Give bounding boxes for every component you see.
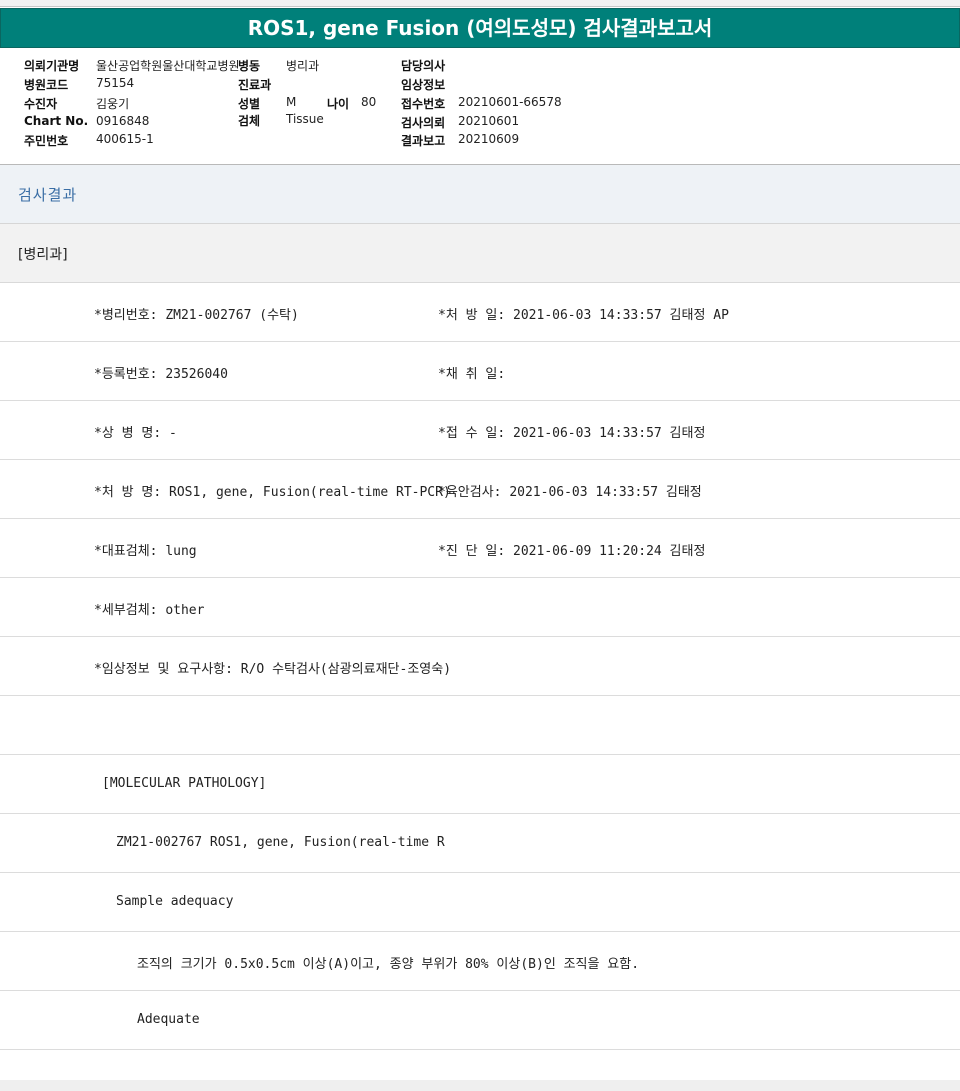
patient-label: 수진자: [24, 97, 58, 111]
test-identifier-line: ZM21-002767 ROS1, gene, Fusion(real-time…: [116, 835, 445, 850]
ward-label: 병동: [238, 59, 261, 73]
result-row: *임상정보 및 요구사항: R/O 수탁검사(삼광의료재단-조영숙): [0, 637, 960, 696]
report-date-value: 20210609: [458, 132, 520, 146]
diagnosis-name: *상 병 명: -: [94, 426, 177, 441]
report-line: Sample adequacy: [0, 873, 960, 932]
results-section-title: 검사결과: [18, 186, 78, 204]
receipt-number-value: 20210601-66578: [458, 95, 562, 109]
registration-number: *등록번호: 23526040: [94, 367, 228, 382]
gross-exam-date: *육안검사: 2021-06-03 14:33:57 김태정: [438, 485, 702, 500]
receipt-date: *접 수 일: 2021-06-03 14:33:57 김태정: [438, 426, 706, 441]
molecular-pathology-heading: [MOLECULAR PATHOLOGY]: [102, 776, 267, 791]
diagnosis-date: *진 단 일: 2021-06-09 11:20:24 김태정: [438, 544, 706, 559]
result-row: *처 방 명: ROS1, gene, Fusion(real-time RT-…: [0, 460, 960, 519]
sample-adequacy-heading: Sample adequacy: [116, 894, 234, 909]
age-value: 80: [361, 95, 377, 109]
detail-specimen: *세부검체: other: [94, 603, 205, 618]
collection-date: *채 취 일:: [438, 367, 506, 382]
dept-label: 진료과: [238, 78, 272, 92]
clinical-request: *임상정보 및 요구사항: R/O 수탁검사(삼광의료재단-조영숙): [94, 662, 452, 677]
doctor-label: 담당의사: [401, 59, 446, 73]
dept-tag: [병리과]: [18, 247, 68, 263]
chart-number-label: Chart No.: [24, 114, 89, 128]
report-line: Adequate: [0, 991, 960, 1050]
dept-tag-row: [병리과]: [0, 224, 960, 283]
age-label: 나이: [327, 97, 350, 111]
sex-value: M: [286, 95, 297, 109]
hospital-code-value: 75154: [96, 76, 135, 90]
results-section-header: 검사결과: [0, 165, 960, 224]
resident-number-value: 400615-1: [96, 132, 154, 146]
clinical-info-label: 임상정보: [401, 78, 446, 92]
institution-label: 의뢰기관명: [24, 59, 80, 73]
result-row: *세부검체: other: [0, 578, 960, 637]
report-date-label: 결과보고: [401, 134, 446, 148]
institution-value: 울산공업학원울산대학교병원: [96, 59, 240, 73]
result-row: *대표검체: lung *진 단 일: 2021-06-09 11:20:24 …: [0, 519, 960, 578]
chart-number-value: 0916848: [96, 114, 150, 128]
sample-criteria-text: 조직의 크기가 0.5x0.5cm 이상(A)이고, 종양 부위가 80% 이상…: [137, 957, 640, 972]
bottom-scroll-area: [0, 1080, 960, 1091]
patient-value: 김웅기: [96, 97, 130, 111]
request-date-label: 검사의뢰: [401, 116, 446, 130]
patient-info-block: 의뢰기관명 울산공업학원울산대학교병원 병동 병리과 담당의사 병원코드 751…: [0, 48, 960, 164]
specimen-label: 검체: [238, 114, 261, 128]
pathology-number: *병리번호: ZM21-002767 (수탁): [94, 308, 299, 323]
report-line: 조직의 크기가 0.5x0.5cm 이상(A)이고, 종양 부위가 80% 이상…: [0, 932, 960, 991]
top-border: [0, 0, 960, 7]
sex-label: 성별: [238, 97, 261, 111]
request-date-value: 20210601: [458, 114, 520, 128]
hospital-code-label: 병원코드: [24, 78, 69, 92]
ward-value: 병리과: [286, 59, 320, 73]
prescription-date: *처 방 일: 2021-06-03 14:33:57 김태정 AP: [438, 308, 729, 323]
specimen-value: Tissue: [286, 112, 324, 126]
representative-specimen: *대표검체: lung: [94, 544, 197, 559]
result-row-empty: [0, 696, 960, 755]
adequacy-result: Adequate: [137, 1012, 200, 1027]
resident-number-label: 주민번호: [24, 134, 69, 148]
result-row: *병리번호: ZM21-002767 (수탁) *처 방 일: 2021-06-…: [0, 283, 960, 342]
results-table: *병리번호: ZM21-002767 (수탁) *처 방 일: 2021-06-…: [0, 283, 960, 1050]
prescription-name: *처 방 명: ROS1, gene, Fusion(real-time RT-…: [94, 485, 451, 500]
report-line: ZM21-002767 ROS1, gene, Fusion(real-time…: [0, 814, 960, 873]
result-row: *상 병 명: - *접 수 일: 2021-06-03 14:33:57 김태…: [0, 401, 960, 460]
report-title: ROS1, gene Fusion (여의도성모) 검사결과보고서: [0, 8, 960, 48]
receipt-number-label: 접수번호: [401, 97, 446, 111]
report-line: [MOLECULAR PATHOLOGY]: [0, 755, 960, 814]
result-row: *등록번호: 23526040 *채 취 일:: [0, 342, 960, 401]
